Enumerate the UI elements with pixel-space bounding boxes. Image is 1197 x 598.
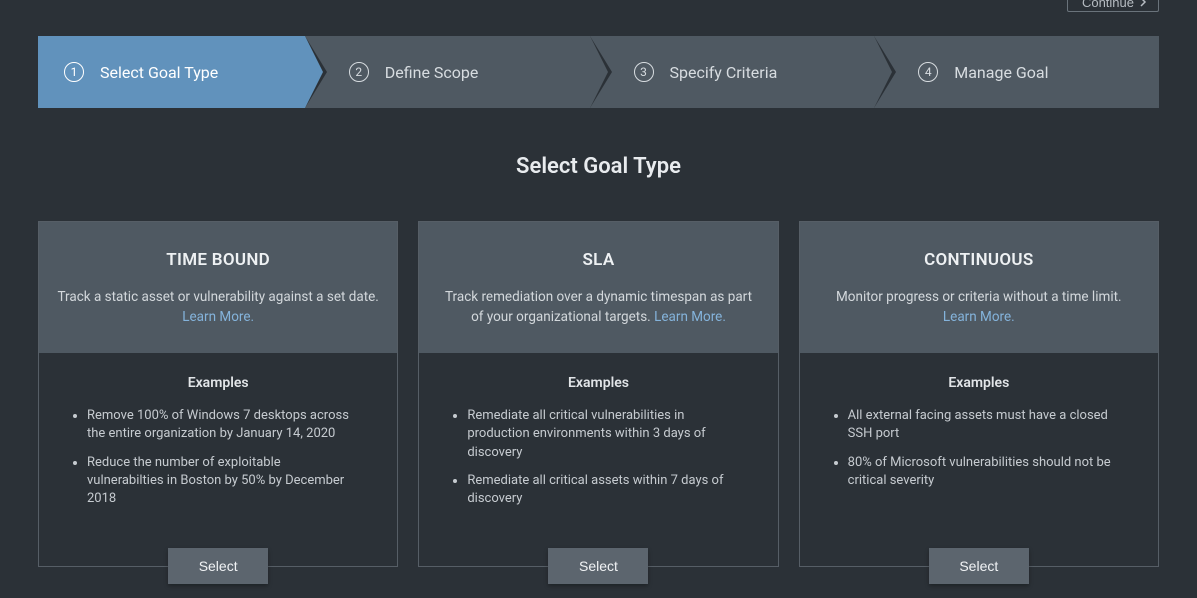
goal-type-cards: TIME BOUND Track a static asset or vulner… — [38, 221, 1159, 567]
step-1[interactable]: 1 Select Goal Type — [38, 36, 305, 108]
card-body: Examples All external facing assets must … — [800, 353, 1158, 528]
step-3[interactable]: 3 Specify Criteria — [590, 36, 875, 108]
card-body: Examples Remediate all critical vulnerabi… — [419, 353, 777, 546]
step-number: 1 — [64, 62, 84, 82]
example-item: Reduce the number of exploitable vulnera… — [87, 454, 369, 509]
learn-more-link[interactable]: Learn More. — [943, 309, 1015, 325]
card-header: SLA Track remediation over a dynamic time… — [419, 222, 777, 353]
card-description: Monitor progress or criteria without a t… — [818, 288, 1140, 327]
example-item: Remove 100% of Windows 7 desktops across… — [87, 407, 369, 443]
example-item: 80% of Microsoft vulnerabilities should … — [848, 454, 1130, 490]
step-label: Select Goal Type — [100, 63, 218, 82]
continue-button[interactable]: Continue — [1067, 0, 1159, 12]
chevron-right-icon — [1138, 0, 1148, 9]
example-item: Remediate all critical vulnerabilities i… — [467, 407, 749, 462]
example-item: All external facing assets must have a c… — [848, 407, 1130, 443]
card-description: Track remediation over a dynamic timespa… — [437, 288, 759, 327]
step-label: Manage Goal — [954, 63, 1048, 82]
examples-heading: Examples — [828, 375, 1130, 391]
card-header: CONTINUOUS Monitor progress or criteria w… — [800, 222, 1158, 353]
step-label: Specify Criteria — [670, 63, 778, 82]
card-body: Examples Remove 100% of Windows 7 desktop… — [39, 353, 397, 546]
examples-list: All external facing assets must have a c… — [828, 407, 1130, 490]
select-button[interactable]: Select — [168, 548, 268, 584]
examples-list: Remediate all critical vulnerabilities i… — [447, 407, 749, 508]
example-item: Remediate all critical assets within 7 d… — [467, 472, 749, 508]
card-title: CONTINUOUS — [818, 250, 1140, 270]
examples-list: Remove 100% of Windows 7 desktops across… — [67, 407, 369, 508]
learn-more-link[interactable]: Learn More. — [182, 309, 254, 325]
step-number: 2 — [349, 62, 369, 82]
card-title: SLA — [437, 250, 759, 270]
examples-heading: Examples — [447, 375, 749, 391]
continue-label: Continue — [1082, 0, 1134, 9]
goal-card-continuous: CONTINUOUS Monitor progress or criteria w… — [799, 221, 1159, 567]
card-header: TIME BOUND Track a static asset or vulner… — [39, 222, 397, 353]
card-description: Track a static asset or vulnerability ag… — [57, 288, 379, 327]
step-2[interactable]: 2 Define Scope — [305, 36, 590, 108]
step-4[interactable]: 4 Manage Goal — [874, 36, 1159, 108]
goal-card-sla: SLA Track remediation over a dynamic time… — [418, 221, 778, 567]
step-number: 4 — [918, 62, 938, 82]
card-title: TIME BOUND — [57, 250, 379, 270]
goal-card-time-bound: TIME BOUND Track a static asset or vulner… — [38, 221, 398, 567]
page-title: Select Goal Type — [0, 154, 1197, 179]
examples-heading: Examples — [67, 375, 369, 391]
step-label: Define Scope — [385, 63, 479, 82]
select-button[interactable]: Select — [548, 548, 648, 584]
stepper: 1 Select Goal Type 2 Define Scope 3 Specify C… — [38, 36, 1159, 108]
step-number: 3 — [634, 62, 654, 82]
select-button[interactable]: Select — [929, 548, 1029, 584]
learn-more-link[interactable]: Learn More. — [654, 309, 726, 325]
